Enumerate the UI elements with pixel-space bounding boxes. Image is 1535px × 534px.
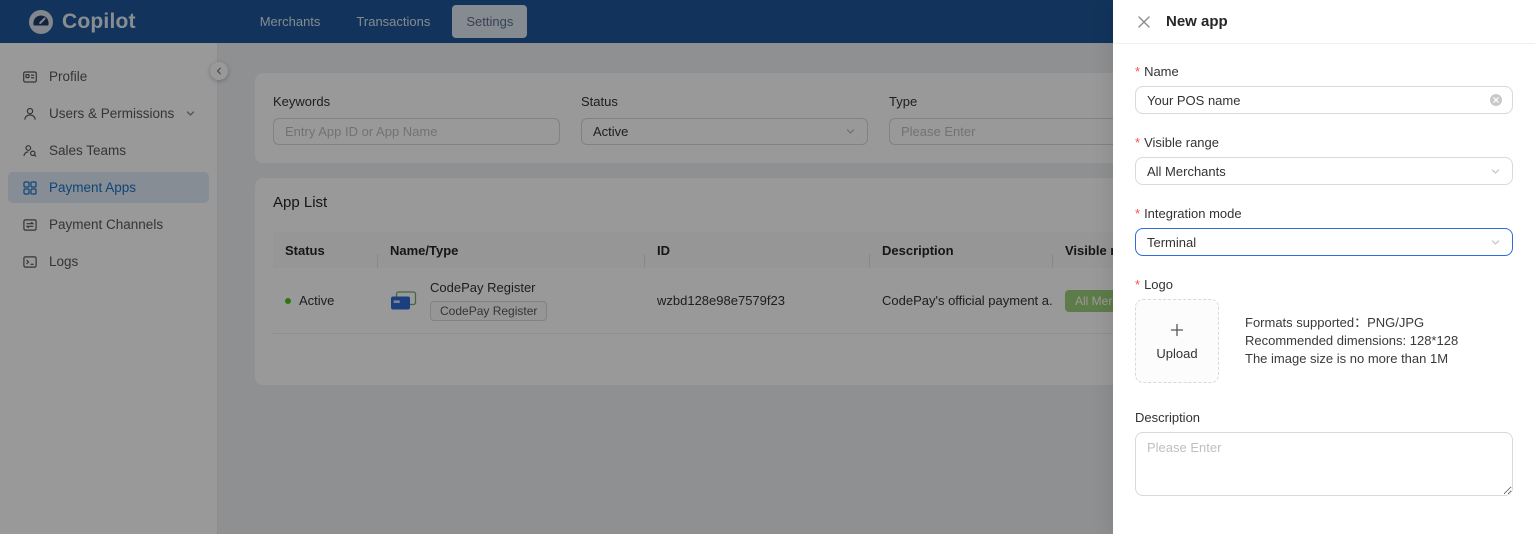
integration-mode-select-value: Terminal (1147, 234, 1197, 250)
chevron-down-icon (1490, 237, 1501, 248)
required-asterisk: * (1135, 206, 1141, 221)
upload-label: Upload (1156, 345, 1198, 361)
hint-formats: Formats supported：PNG/JPG (1245, 315, 1425, 330)
drawer-header: New app (1113, 0, 1535, 44)
visible-range-select[interactable]: All Merchants (1135, 157, 1513, 185)
new-app-drawer: New app * Name Your POS name * Visible r… (1113, 0, 1535, 534)
required-asterisk: * (1135, 277, 1141, 292)
drawer-body: *Name *Visible range (1113, 44, 1535, 522)
description-textarea[interactable] (1135, 432, 1513, 496)
name-field-label: * Name (1135, 64, 1179, 79)
required-asterisk: * (1135, 135, 1141, 150)
logo-field-label: * Logo (1135, 277, 1173, 292)
visible-range-select-value: All Merchants (1147, 163, 1226, 179)
visible-range-field-label: * Visible range (1135, 135, 1219, 150)
plus-icon (1169, 322, 1185, 338)
clear-input-icon[interactable] (1489, 93, 1503, 107)
integration-mode-select[interactable]: Terminal (1135, 228, 1513, 256)
hint-dimensions: Recommended dimensions: 128*128 (1245, 333, 1459, 348)
description-field-label: Description (1135, 410, 1201, 425)
hint-size: The image size is no more than 1M (1245, 351, 1449, 366)
app-name-input[interactable] (1135, 86, 1513, 114)
required-asterisk: * (1135, 64, 1141, 79)
chevron-down-icon (1490, 166, 1501, 177)
logo-upload-hints: Formats supported：PNG/JPG Recommended di… (1245, 314, 1458, 368)
integration-mode-field-label: * Integration mode (1135, 206, 1242, 221)
logo-upload-button[interactable]: Upload (1135, 299, 1219, 383)
app-root: Copilot Merchants Transactions Settings … (0, 0, 1535, 534)
close-icon[interactable] (1137, 15, 1151, 29)
drawer-title: New app (1166, 13, 1228, 30)
